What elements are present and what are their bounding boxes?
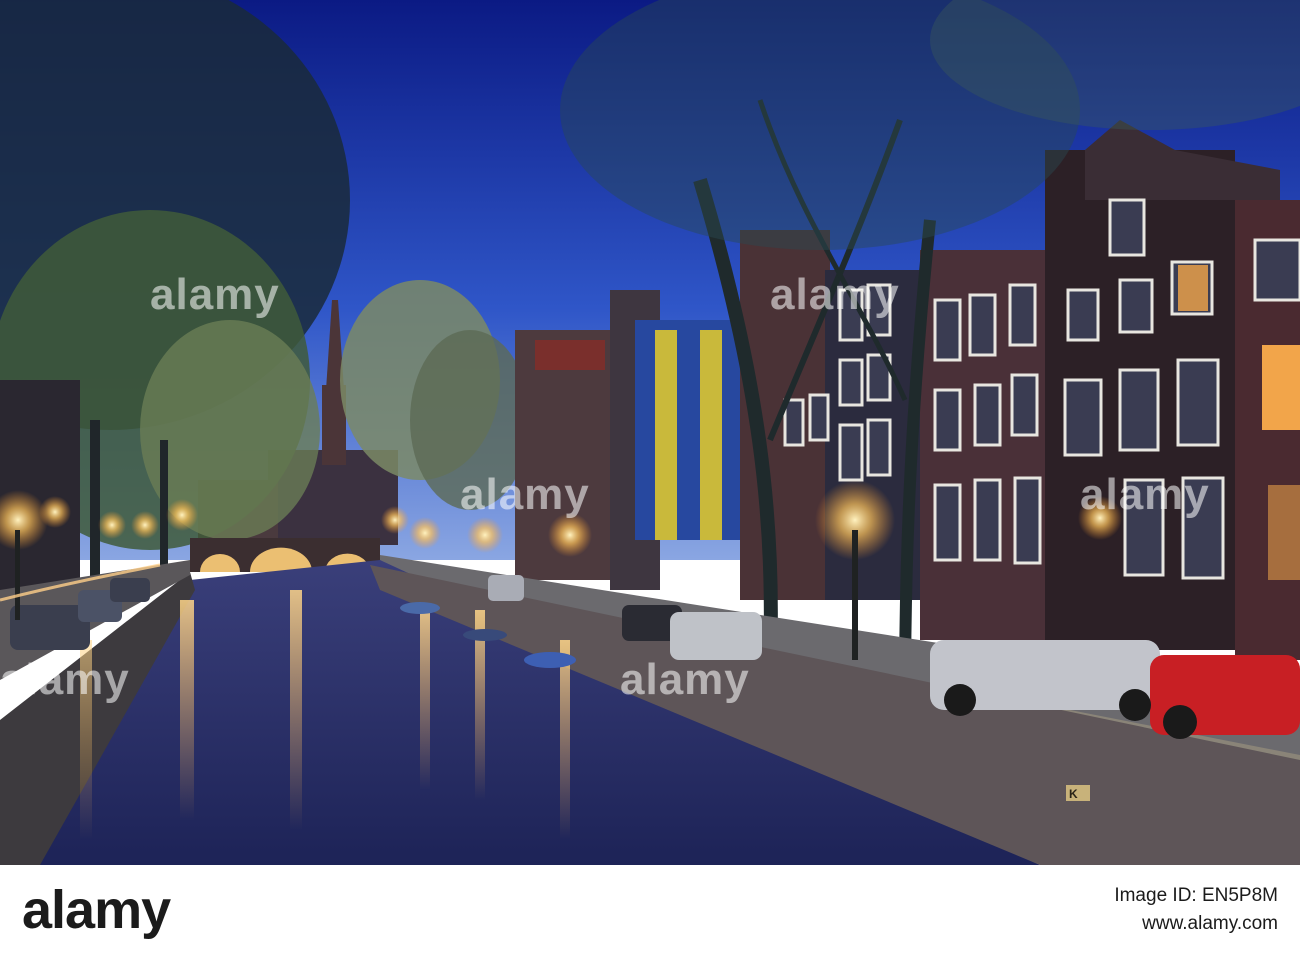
photo-scene: K (0, 0, 1300, 865)
quay-sign-text: K (1069, 787, 1078, 801)
footer-info: Image ID: EN5P8M www.alamy.com (1114, 882, 1278, 938)
brand-logo[interactable]: alamy (22, 880, 171, 940)
footer-bar: alamy Image ID: EN5P8M www.alamy.com (0, 866, 1300, 956)
site-link[interactable]: www.alamy.com (1114, 910, 1278, 938)
page: K alamy alamy alamy alamy alamy alamy al… (0, 0, 1300, 956)
image-id: Image ID: EN5P8M (1114, 885, 1278, 906)
canal-photo: K alamy alamy alamy alamy alamy alamy (0, 0, 1300, 866)
